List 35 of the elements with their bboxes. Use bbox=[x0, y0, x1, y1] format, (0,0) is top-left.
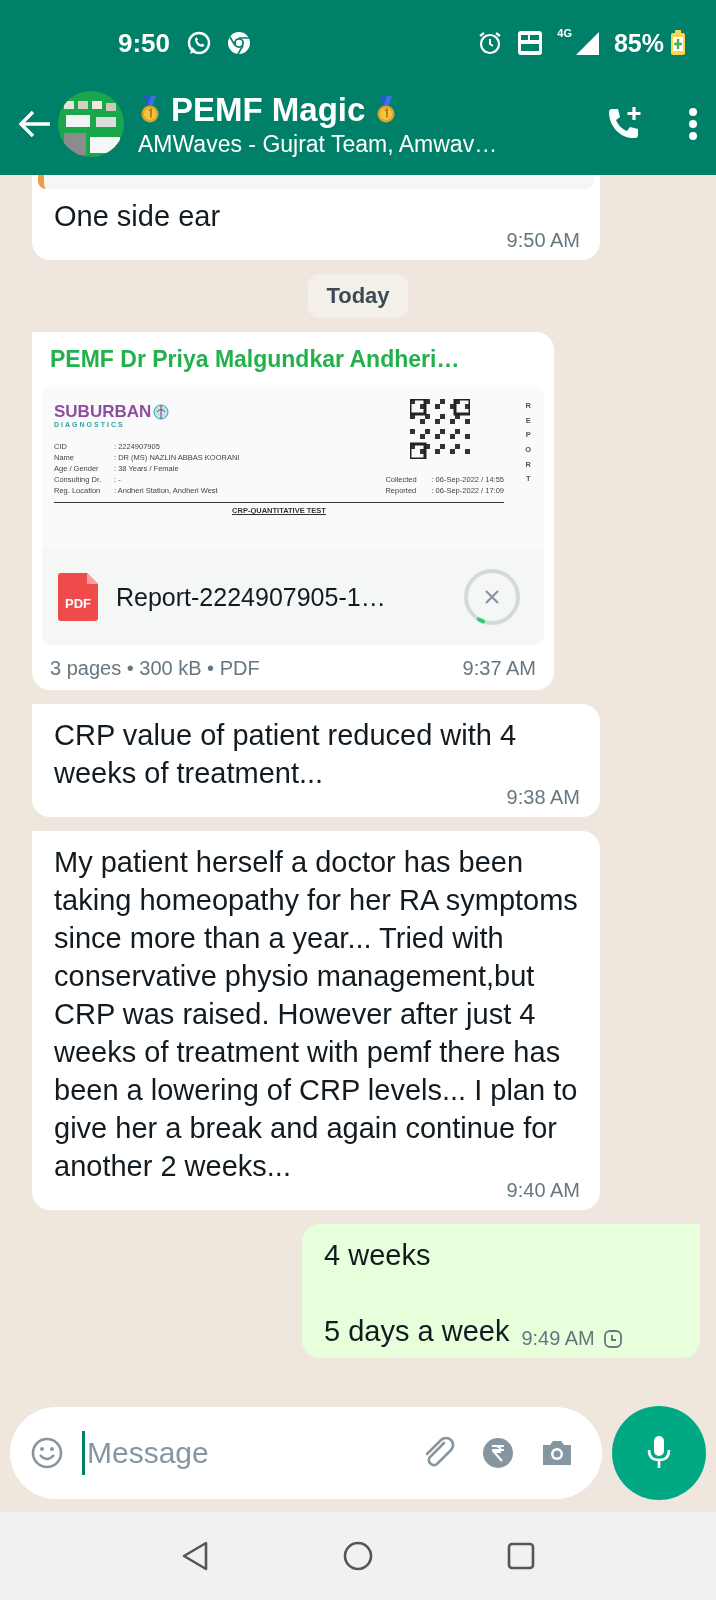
chat-bubble-icon bbox=[186, 30, 213, 56]
message-text: 4 weeks 5 days a week bbox=[324, 1238, 510, 1349]
file-attachment[interactable]: PDF Report-2224907905-1… bbox=[42, 549, 544, 645]
message-field[interactable]: Message bbox=[85, 1435, 408, 1471]
file-name: Report-2224907905-1… bbox=[116, 582, 387, 612]
message-text: One side ear bbox=[54, 199, 222, 234]
battery-percent: 85% bbox=[613, 28, 664, 58]
microphone-icon bbox=[646, 1435, 672, 1471]
lab-name: SUBURBAN bbox=[54, 403, 152, 421]
chat-title: PEMF Magic bbox=[171, 89, 366, 130]
document-preview[interactable] bbox=[42, 385, 544, 549]
browser-icon bbox=[226, 30, 253, 56]
globe-icon bbox=[153, 404, 170, 420]
file-details: 3 pages • 300 kB • PDF bbox=[50, 657, 260, 680]
clock-time: 9:50 bbox=[118, 27, 171, 59]
chat-members: AMWaves - Gujrat Team, Amwav… bbox=[138, 129, 499, 158]
back-icon[interactable] bbox=[180, 1540, 210, 1572]
message-time: 9:37 AM bbox=[462, 657, 536, 680]
battery-icon bbox=[670, 30, 686, 56]
qr-code bbox=[410, 399, 470, 459]
message-time: 9:49 AM bbox=[521, 1327, 595, 1350]
date-label: Today bbox=[308, 274, 408, 318]
emoji-icon[interactable] bbox=[30, 1436, 64, 1470]
message-time: 9:50 AM bbox=[506, 229, 580, 252]
sender-name: PEMF Dr Priya Malgundkar Andheri… bbox=[49, 345, 461, 374]
home-icon[interactable] bbox=[342, 1540, 374, 1572]
message-input[interactable]: Message bbox=[10, 1407, 602, 1499]
pdf-file-icon bbox=[58, 573, 98, 621]
network-type: 4G bbox=[557, 26, 572, 39]
file-type-label: PDF bbox=[65, 596, 91, 611]
back-arrow-icon[interactable] bbox=[16, 108, 52, 139]
rupee-icon[interactable] bbox=[482, 1437, 514, 1469]
camera-icon[interactable] bbox=[540, 1438, 574, 1468]
more-options-icon[interactable] bbox=[688, 106, 698, 141]
recents-icon[interactable] bbox=[506, 1541, 536, 1571]
